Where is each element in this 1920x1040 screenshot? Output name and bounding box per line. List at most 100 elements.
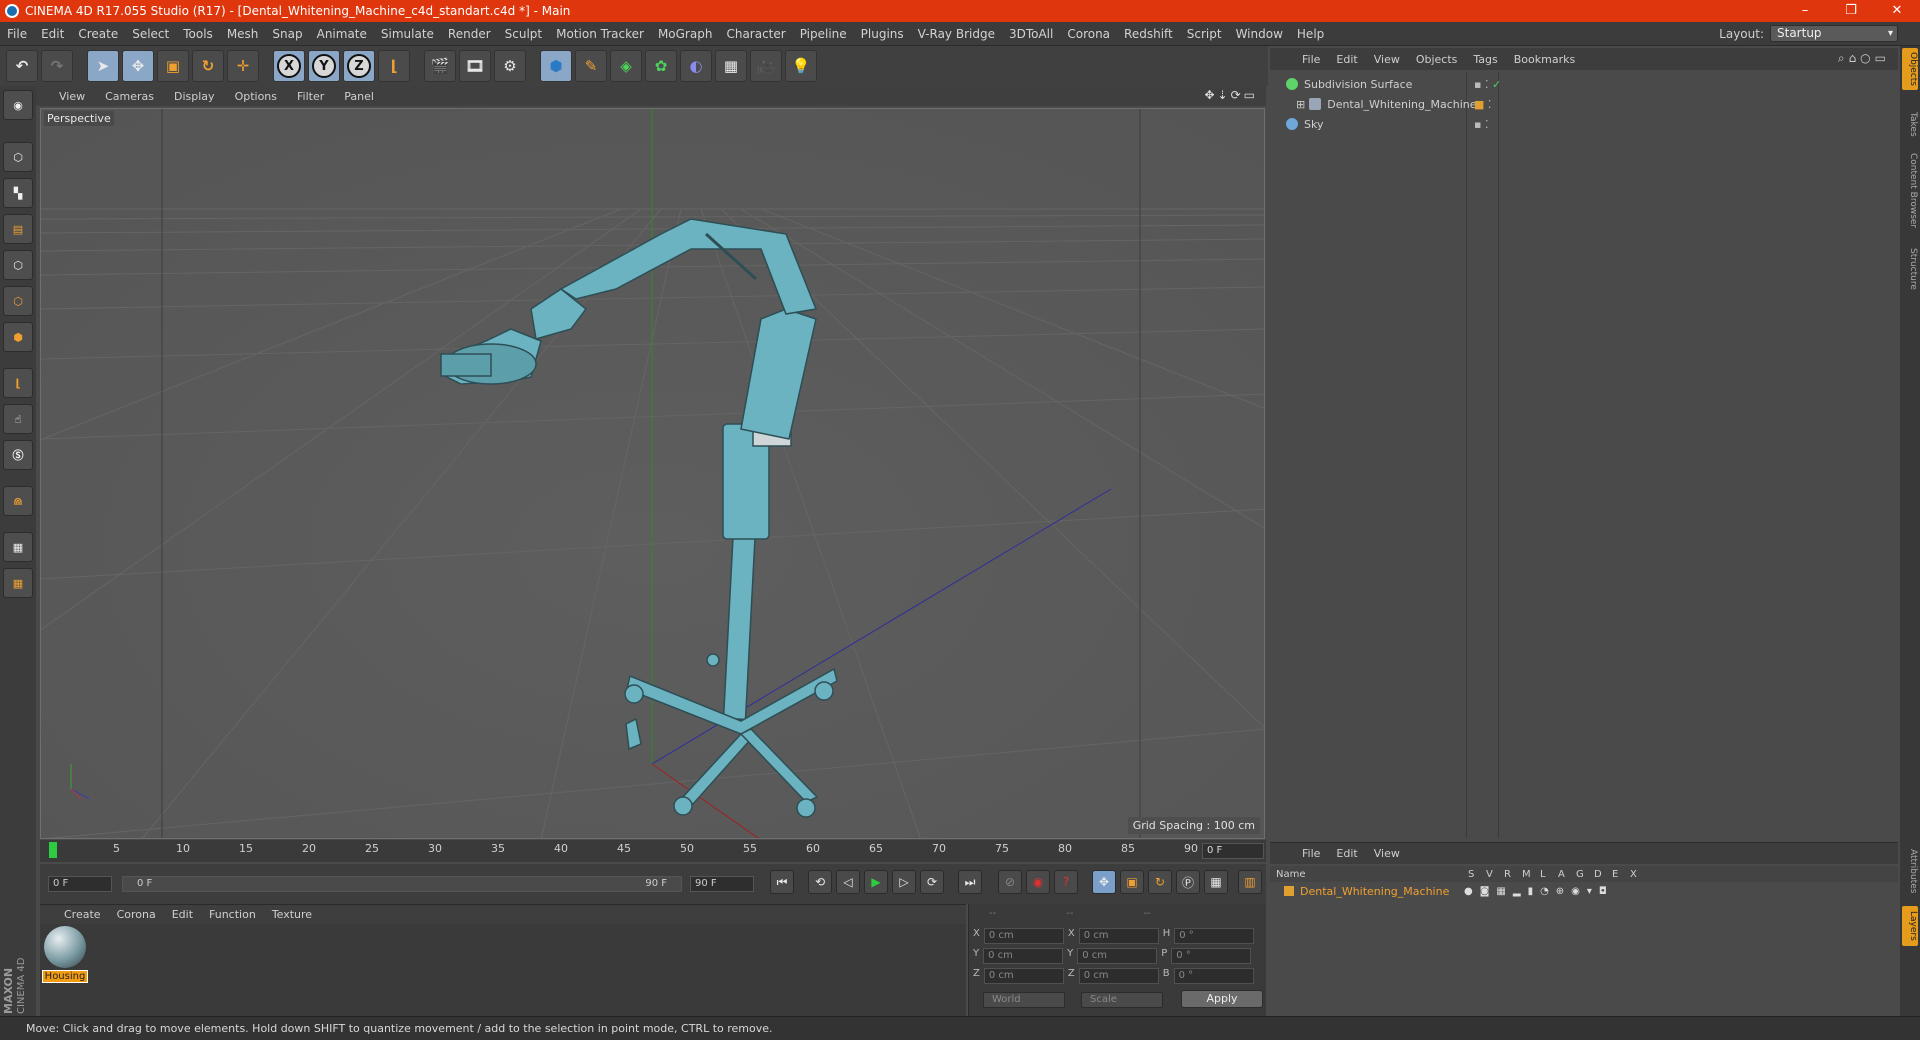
lock-workplane-icon[interactable]: ▦ [3, 532, 33, 562]
tab-takes[interactable]: Takes [1902, 106, 1918, 142]
layer-row[interactable]: Dental_Whitening_Machine ●◙▦▂▮◔⊕◉▾◘ [1270, 882, 1898, 900]
lm-menu-view[interactable]: View [1366, 847, 1408, 860]
undo-button[interactable]: ↶ [6, 50, 38, 82]
key-position-button[interactable]: ✥ [1092, 870, 1116, 894]
close-button[interactable]: ✕ [1874, 0, 1920, 22]
object-row-subdivision-surface[interactable]: Subdivision Surface ▪ ⁚ ✓ [1270, 74, 1898, 94]
menu-create[interactable]: Create [71, 27, 125, 41]
position-z-field[interactable]: 0 cm [983, 968, 1064, 984]
record-disabled-icon[interactable]: ⊘ [998, 870, 1022, 894]
end-frame-field[interactable]: 90 F [690, 876, 754, 892]
previous-frame-button[interactable]: ◁ [836, 870, 860, 894]
previous-key-button[interactable]: ⟲ [808, 870, 832, 894]
material-name-label[interactable]: Housing [42, 970, 88, 983]
apply-button[interactable]: Apply [1181, 990, 1263, 1008]
x-axis-button[interactable]: X [273, 50, 305, 82]
render-settings-button[interactable]: ⚙ [494, 50, 526, 82]
key-rotation-button[interactable]: ↻ [1148, 870, 1172, 894]
menu-vray-bridge[interactable]: V-Ray Bridge [911, 27, 1002, 41]
tab-layers[interactable]: Layers [1902, 906, 1918, 946]
deformer-button[interactable]: ◐ [680, 50, 712, 82]
next-frame-button[interactable]: ▷ [892, 870, 916, 894]
go-to-end-button[interactable]: ⏭ [958, 870, 982, 894]
z-axis-button[interactable]: Z [343, 50, 375, 82]
om-menu-edit[interactable]: Edit [1328, 53, 1365, 66]
menu-select[interactable]: Select [125, 27, 176, 41]
axis-mode-icon[interactable]: ⌊ [3, 368, 33, 398]
subdivision-surface-button[interactable]: ◈ [610, 50, 642, 82]
om-menu-objects[interactable]: Objects [1408, 53, 1466, 66]
layer-color-swatch[interactable] [1284, 886, 1294, 896]
timeline-window-button[interactable]: ▥ [1238, 870, 1262, 894]
texture-mode-icon[interactable]: ▚ [3, 178, 33, 208]
render-picture-viewer-button[interactable]: 🎞 [459, 50, 491, 82]
viewport-menu-options[interactable]: Options [224, 90, 286, 103]
size-y-field[interactable]: 0 cm [1077, 948, 1158, 964]
tab-content-browser[interactable]: Content Browser [1902, 146, 1918, 236]
menu-simulate[interactable]: Simulate [374, 27, 441, 41]
render-view-button[interactable]: 🎬 [424, 50, 456, 82]
key-scale-button[interactable]: ▣ [1120, 870, 1144, 894]
current-frame-field[interactable]: 0 F [1202, 843, 1264, 859]
material-menu-texture[interactable]: Texture [264, 908, 320, 921]
camera-button[interactable]: 🎥 [750, 50, 782, 82]
menu-render[interactable]: Render [441, 27, 498, 41]
select-tool-button[interactable]: ➤ [87, 50, 119, 82]
floor-button[interactable]: ▦ [715, 50, 747, 82]
position-y-field[interactable]: 0 cm [983, 948, 1064, 964]
rotation-h-field[interactable]: 0 ° [1174, 928, 1255, 944]
next-key-button[interactable]: ⟳ [920, 870, 944, 894]
coordinate-system-button[interactable]: ⌊ [378, 50, 410, 82]
menu-motion-tracker[interactable]: Motion Tracker [549, 27, 651, 41]
menu-file[interactable]: File [0, 27, 34, 41]
sky-visibility-icon[interactable]: ▪ ⁚ [1474, 118, 1488, 131]
tweak-mode-icon[interactable]: ☝ [3, 404, 33, 434]
y-axis-button[interactable]: Y [308, 50, 340, 82]
tab-attributes[interactable]: Attributes [1902, 842, 1918, 900]
material-preview-swatch[interactable] [44, 926, 86, 968]
lm-menu-file[interactable]: File [1294, 847, 1328, 860]
record-active-objects-button[interactable]: ◉ [1026, 870, 1050, 894]
go-to-start-button[interactable]: ⏮ [770, 870, 794, 894]
lm-menu-edit[interactable]: Edit [1328, 847, 1365, 860]
autokeying-button[interactable]: ? [1054, 870, 1078, 894]
size-x-field[interactable]: 0 cm [1078, 928, 1159, 944]
last-tool-button[interactable]: ✛ [227, 50, 259, 82]
scale-dropdown[interactable]: Scale [1081, 992, 1163, 1008]
menu-pipeline[interactable]: Pipeline [793, 27, 854, 41]
object-row-dental-whitening-machine[interactable]: ⊞ Dental_Whitening_Machine ■ ⁚ [1270, 94, 1898, 114]
model-mode-icon[interactable]: ⬡ [3, 142, 33, 172]
key-parameter-button[interactable]: Ⓟ [1176, 870, 1200, 894]
move-tool-button[interactable]: ✥ [122, 50, 154, 82]
om-search-home-icons[interactable]: ⌕⌂○▭ [1838, 51, 1890, 66]
points-mode-icon[interactable]: ⬡ [3, 250, 33, 280]
perspective-viewport[interactable]: Perspective Grid Spacing : 100 cm [40, 108, 1265, 839]
viewport-menu-cameras[interactable]: Cameras [94, 90, 163, 103]
world-dropdown[interactable]: World [983, 992, 1065, 1008]
menu-mesh[interactable]: Mesh [220, 27, 266, 41]
viewport-menu-display[interactable]: Display [163, 90, 224, 103]
cloner-button[interactable]: ✿ [645, 50, 677, 82]
viewport-menu-panel[interactable]: Panel [333, 90, 383, 103]
menu-character[interactable]: Character [719, 27, 792, 41]
material-menu-edit[interactable]: Edit [164, 908, 201, 921]
cube-object-button[interactable]: ⬢ [540, 50, 572, 82]
edges-mode-icon[interactable]: ⬡ [3, 286, 33, 316]
polygons-mode-icon[interactable]: ⬢ [3, 322, 33, 352]
menu-edit[interactable]: Edit [34, 27, 71, 41]
menu-3dtoall[interactable]: 3DToAll [1002, 27, 1060, 41]
playhead[interactable] [49, 842, 57, 858]
spline-pen-button[interactable]: ✎ [575, 50, 607, 82]
planar-workplane-icon[interactable]: ▦ [3, 568, 33, 598]
expand-toggle-icon[interactable]: ⊞ [1296, 98, 1305, 111]
material-menu-function[interactable]: Function [201, 908, 264, 921]
viewport-menu-view[interactable]: View [48, 90, 94, 103]
light-button[interactable]: 💡 [785, 50, 817, 82]
om-menu-tags[interactable]: Tags [1465, 53, 1505, 66]
timeline-ruler[interactable]: 0 5 10 15 20 25 30 35 40 45 50 55 60 65 … [40, 840, 1266, 862]
scale-tool-button[interactable]: ▣ [157, 50, 189, 82]
menu-snap[interactable]: Snap [265, 27, 309, 41]
rotation-b-field[interactable]: 0 ° [1173, 968, 1254, 984]
redo-button[interactable]: ↷ [41, 50, 73, 82]
layer-name[interactable]: Dental_Whitening_Machine [1300, 885, 1464, 898]
